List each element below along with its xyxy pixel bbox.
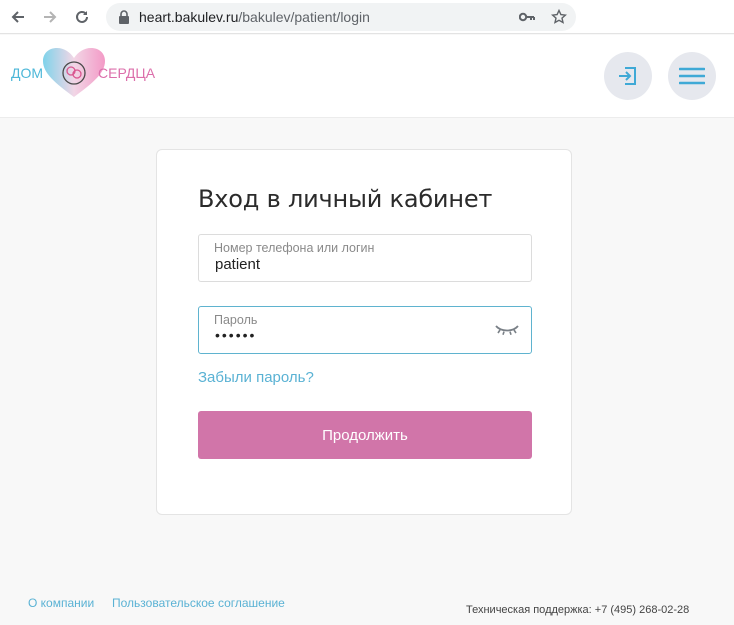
key-icon[interactable] <box>518 8 536 26</box>
hidden-eye-icon[interactable] <box>495 323 519 337</box>
login-card: Вход в личный кабинет Номер телефона или… <box>156 149 572 515</box>
login-input[interactable]: patient <box>215 256 485 273</box>
password-field[interactable]: Пароль •••••• <box>198 306 532 354</box>
bookmark-star-icon[interactable] <box>550 8 568 26</box>
back-button[interactable] <box>6 5 30 29</box>
logo-text-right: СЕРДЦА <box>98 65 156 81</box>
forgot-password-link[interactable]: Забыли пароль? <box>198 369 314 386</box>
password-input[interactable]: •••••• <box>215 327 485 343</box>
footer-about-link[interactable]: О компании <box>28 596 94 610</box>
site-header: ДОМ СЕРДЦА <box>0 35 734 118</box>
site-logo[interactable]: ДОМ СЕРДЦА <box>11 47 155 99</box>
browser-toolbar: heart.bakulev.ru/bakulev/patient/login <box>0 0 734 34</box>
login-icon <box>619 67 636 85</box>
forward-arrow-icon <box>44 11 57 23</box>
forward-button[interactable] <box>38 5 62 29</box>
continue-button[interactable]: Продолжить <box>198 411 532 459</box>
url-text: heart.bakulev.ru/bakulev/patient/login <box>139 9 370 25</box>
login-button[interactable] <box>604 52 652 100</box>
login-field-label: Номер телефона или логин <box>214 241 375 255</box>
password-field-label: Пароль <box>214 313 258 327</box>
hamburger-menu-icon <box>679 67 705 85</box>
back-arrow-icon <box>11 11 24 23</box>
reload-button[interactable] <box>70 5 94 29</box>
support-phone-text: Техническая поддержка: +7 (495) 268-02-2… <box>466 604 690 616</box>
login-field[interactable]: Номер телефона или логин patient <box>198 234 532 282</box>
menu-button[interactable] <box>668 52 716 100</box>
reload-icon <box>76 10 88 23</box>
lock-icon <box>119 10 129 24</box>
logo-text-left: ДОМ <box>11 65 44 81</box>
footer-agreement-link[interactable]: Пользовательское соглашение <box>112 596 285 610</box>
page-title: Вход в личный кабинет <box>198 185 493 213</box>
address-bar[interactable]: heart.bakulev.ru/bakulev/patient/login <box>106 3 576 31</box>
